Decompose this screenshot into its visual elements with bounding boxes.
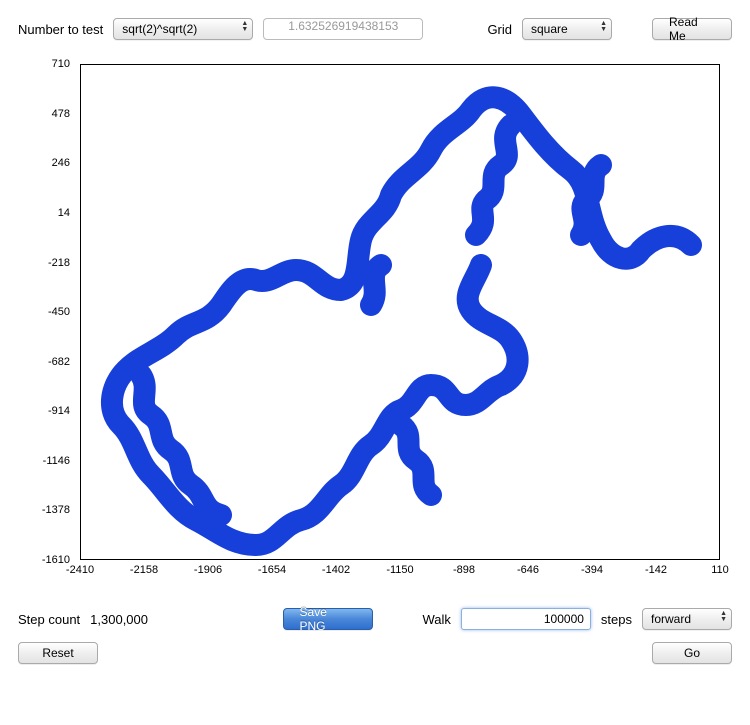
- x-tick: 110: [700, 564, 740, 576]
- walk-units-label: steps: [601, 612, 632, 627]
- x-tick: -394: [572, 564, 612, 576]
- step-count-label: Step count: [18, 612, 80, 627]
- x-tick: -898: [444, 564, 484, 576]
- updown-icon: ▲▼: [600, 21, 607, 33]
- grid-select-value: square: [531, 22, 568, 36]
- walk-direction-select[interactable]: forward ▲▼: [642, 608, 732, 630]
- plot-canvas: [80, 64, 720, 560]
- x-tick: -646: [508, 564, 548, 576]
- y-tick: -218: [30, 257, 70, 269]
- walk-steps-input[interactable]: [461, 608, 591, 630]
- number-to-test-select[interactable]: sqrt(2)^sqrt(2) ▲▼: [113, 18, 253, 40]
- plot-area: 710 478 246 14 -218 -450 -682 -914 -1146…: [18, 54, 732, 594]
- y-tick: -1378: [30, 504, 70, 516]
- y-tick: 478: [30, 108, 70, 120]
- number-to-test-label: Number to test: [18, 22, 103, 37]
- number-value-field: 1.632526919438153: [263, 18, 423, 40]
- walk-label: Walk: [423, 612, 451, 627]
- updown-icon: ▲▼: [720, 611, 727, 623]
- x-tick: -1654: [252, 564, 292, 576]
- walk-path-svg: [81, 65, 720, 560]
- x-tick: -142: [636, 564, 676, 576]
- go-button[interactable]: Go: [652, 642, 732, 664]
- y-tick: -682: [30, 356, 70, 368]
- grid-label: Grid: [487, 22, 512, 37]
- walk-direction-value: forward: [651, 612, 691, 626]
- y-tick: -914: [30, 405, 70, 417]
- readme-button[interactable]: Read Me: [652, 18, 732, 40]
- y-tick: -450: [30, 306, 70, 318]
- reset-button[interactable]: Reset: [18, 642, 98, 664]
- number-to-test-select-value: sqrt(2)^sqrt(2): [122, 22, 197, 36]
- y-tick: 710: [30, 58, 70, 70]
- x-tick: -1402: [316, 564, 356, 576]
- x-tick: -1150: [380, 564, 420, 576]
- y-tick: 14: [30, 207, 70, 219]
- x-tick: -2410: [60, 564, 100, 576]
- y-tick: -1146: [30, 455, 70, 467]
- step-count-value: 1,300,000: [90, 612, 148, 627]
- x-tick: -1906: [188, 564, 228, 576]
- x-tick: -2158: [124, 564, 164, 576]
- updown-icon: ▲▼: [241, 21, 248, 33]
- save-png-button[interactable]: Save PNG: [283, 608, 373, 630]
- grid-select[interactable]: square ▲▼: [522, 18, 612, 40]
- y-tick: 246: [30, 157, 70, 169]
